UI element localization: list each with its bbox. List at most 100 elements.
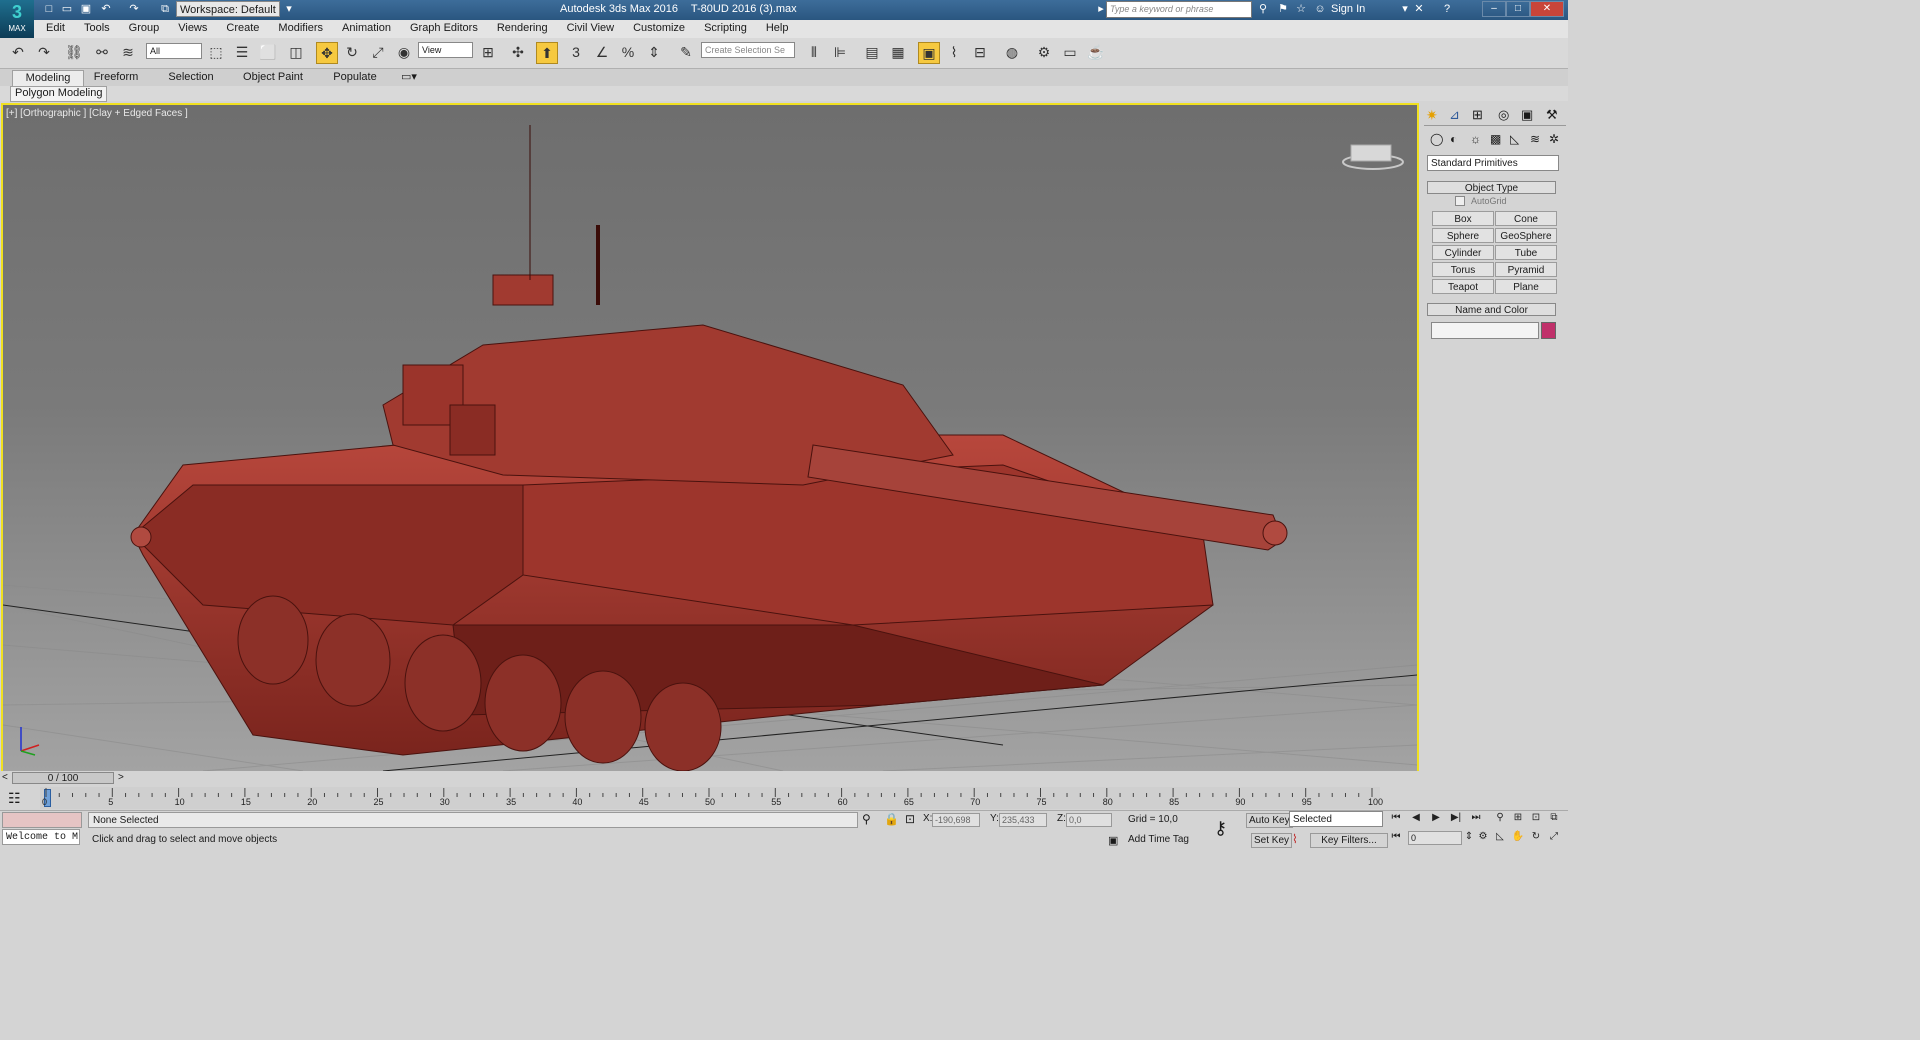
slider-left-arrow-icon[interactable]: <: [2, 772, 8, 783]
project-folder-icon[interactable]: ⧉: [158, 2, 172, 16]
time-slider[interactable]: 0 / 100: [12, 772, 114, 784]
viewport-perspective[interactable]: [1, 103, 1419, 773]
select-and-scale-icon[interactable]: ⤢: [368, 42, 388, 62]
rectangular-selection-icon[interactable]: ⬜: [258, 42, 278, 62]
primitive-category-dropdown[interactable]: Standard Primitives: [1427, 155, 1559, 171]
viewport-label-menu[interactable]: [+] [Orthographic ] [Clay + Edged Faces …: [6, 108, 188, 119]
space-warps-icon[interactable]: ≋: [1530, 132, 1540, 146]
open-file-icon[interactable]: ▭: [60, 2, 74, 16]
tab-selection[interactable]: Selection: [162, 70, 220, 85]
cone-button[interactable]: Cone: [1495, 211, 1557, 226]
material-editor-icon[interactable]: ◍: [1002, 42, 1022, 62]
snaps-toggle-icon[interactable]: 3: [566, 42, 586, 62]
x-coordinate-field[interactable]: -190,698: [932, 813, 980, 827]
rendered-frame-window-icon[interactable]: ▭: [1060, 42, 1080, 62]
go-to-start-icon[interactable]: ⏮: [1389, 812, 1403, 826]
field-of-view-icon[interactable]: ◺: [1493, 831, 1507, 845]
pan-view-icon[interactable]: ✋: [1511, 831, 1525, 845]
time-tag-icon[interactable]: ▣: [1108, 834, 1118, 847]
autogrid-checkbox[interactable]: [1455, 196, 1465, 206]
new-file-icon[interactable]: □: [42, 2, 56, 16]
previous-frame-icon[interactable]: ◀: [1409, 812, 1423, 826]
box-button[interactable]: Box: [1432, 211, 1494, 226]
display-tab-icon[interactable]: ▣: [1521, 107, 1533, 123]
redo-icon[interactable]: ↷: [127, 2, 141, 16]
chevron-down-icon[interactable]: ▾: [282, 2, 296, 16]
object-type-rollout[interactable]: Object Type: [1427, 181, 1556, 194]
teapot-button[interactable]: Teapot: [1432, 279, 1494, 294]
viewport-scene[interactable]: [3, 105, 1417, 771]
orbit-icon[interactable]: ↻: [1529, 831, 1543, 845]
angle-snap-icon[interactable]: ∠: [592, 42, 612, 62]
zoom-extents-icon[interactable]: ⊡: [1529, 812, 1543, 826]
menu-civil-view[interactable]: Civil View: [555, 20, 621, 37]
binoculars-icon[interactable]: ⚲: [1256, 2, 1270, 16]
keyboard-shortcut-override-icon[interactable]: ⬆: [536, 42, 558, 64]
maxscript-mini-listener-top[interactable]: [2, 812, 82, 828]
add-time-tag[interactable]: Add Time Tag: [1128, 834, 1189, 845]
z-coordinate-field[interactable]: 0,0: [1066, 813, 1112, 827]
plane-button[interactable]: Plane: [1495, 279, 1557, 294]
help-icon[interactable]: ?: [1440, 2, 1454, 16]
pivot-center-icon[interactable]: ⊞: [478, 42, 498, 62]
hierarchy-tab-icon[interactable]: ⊞: [1472, 107, 1483, 123]
polygon-modeling-panel[interactable]: Polygon Modeling: [10, 86, 108, 102]
exchange-apps-icon[interactable]: ✕: [1412, 2, 1426, 16]
save-icon[interactable]: ▣: [79, 2, 93, 16]
go-to-end-icon[interactable]: ⏭: [1469, 812, 1483, 826]
bind-space-warp-icon[interactable]: ≋: [118, 42, 138, 62]
menu-animation[interactable]: Animation: [330, 20, 398, 37]
minimize-button[interactable]: –: [1482, 1, 1506, 17]
menu-tools[interactable]: Tools: [72, 20, 117, 37]
slider-right-arrow-icon[interactable]: >: [118, 772, 124, 783]
mirror-icon[interactable]: ⫴: [804, 42, 824, 62]
communication-center-icon[interactable]: ⚑: [1276, 2, 1290, 16]
close-button[interactable]: ✕: [1530, 1, 1564, 17]
select-and-place-icon[interactable]: ◉: [394, 42, 414, 62]
lights-icon[interactable]: ☼: [1470, 132, 1481, 146]
ribbon-options-icon[interactable]: ▭▾: [398, 70, 420, 85]
utilities-tab-icon[interactable]: ⚒: [1546, 107, 1558, 123]
undo-icon[interactable]: ↶: [99, 2, 113, 16]
redo-icon[interactable]: ↷: [34, 42, 54, 62]
menu-views[interactable]: Views: [166, 20, 214, 37]
create-tab-icon[interactable]: ✷: [1426, 107, 1438, 124]
menu-group[interactable]: Group: [117, 20, 167, 37]
object-color-swatch[interactable]: [1541, 322, 1556, 339]
motion-tab-icon[interactable]: ◎: [1498, 107, 1509, 123]
menu-edit[interactable]: Edit: [34, 20, 72, 37]
layer-explorer-icon[interactable]: ▤: [862, 42, 882, 62]
spinner-snap-icon[interactable]: ⇕: [644, 42, 664, 62]
zoom-icon[interactable]: ⚲: [1493, 812, 1507, 826]
mini-curve-editor-icon[interactable]: ☷: [8, 790, 21, 807]
name-and-color-rollout[interactable]: Name and Color: [1427, 303, 1556, 316]
zoom-extents-all-icon[interactable]: ⧉: [1547, 812, 1561, 826]
systems-icon[interactable]: ✲: [1549, 132, 1559, 146]
maximize-button[interactable]: □: [1506, 1, 1530, 17]
menu-rendering[interactable]: Rendering: [485, 20, 555, 37]
next-frame-icon[interactable]: ▶|: [1449, 812, 1463, 826]
cylinder-button[interactable]: Cylinder: [1432, 245, 1494, 260]
menu-scripting[interactable]: Scripting: [692, 20, 754, 37]
sign-in-button[interactable]: Sign In: [1331, 3, 1365, 15]
tube-button[interactable]: Tube: [1495, 245, 1557, 260]
tab-populate[interactable]: Populate: [326, 70, 384, 85]
maximize-viewport-icon[interactable]: ⤢: [1547, 831, 1561, 845]
curve-editor-icon[interactable]: ⌇: [944, 42, 964, 62]
menu-modifiers[interactable]: Modifiers: [266, 20, 330, 37]
tab-freeform[interactable]: Freeform: [86, 70, 146, 85]
object-name-input[interactable]: [1431, 322, 1539, 339]
manipulate-icon[interactable]: ✣: [508, 42, 528, 62]
selection-filter-dropdown[interactable]: All: [146, 43, 202, 59]
schematic-view-icon[interactable]: ⊟: [970, 42, 990, 62]
window-crossing-icon[interactable]: ◫: [286, 42, 306, 62]
render-setup-icon[interactable]: ⚙: [1034, 42, 1054, 62]
render-production-icon[interactable]: ☕: [1086, 42, 1106, 62]
set-key-filter-icon[interactable]: ⌇: [1292, 832, 1298, 846]
y-coordinate-field[interactable]: 235,433: [999, 813, 1047, 827]
key-mode-toggle-icon[interactable]: ⏮: [1389, 831, 1403, 845]
menu-create[interactable]: Create: [214, 20, 266, 37]
menu-graph-editors[interactable]: Graph Editors: [398, 20, 485, 37]
undo-icon[interactable]: ↶: [8, 42, 28, 62]
favorites-star-icon[interactable]: ☆: [1294, 2, 1308, 16]
